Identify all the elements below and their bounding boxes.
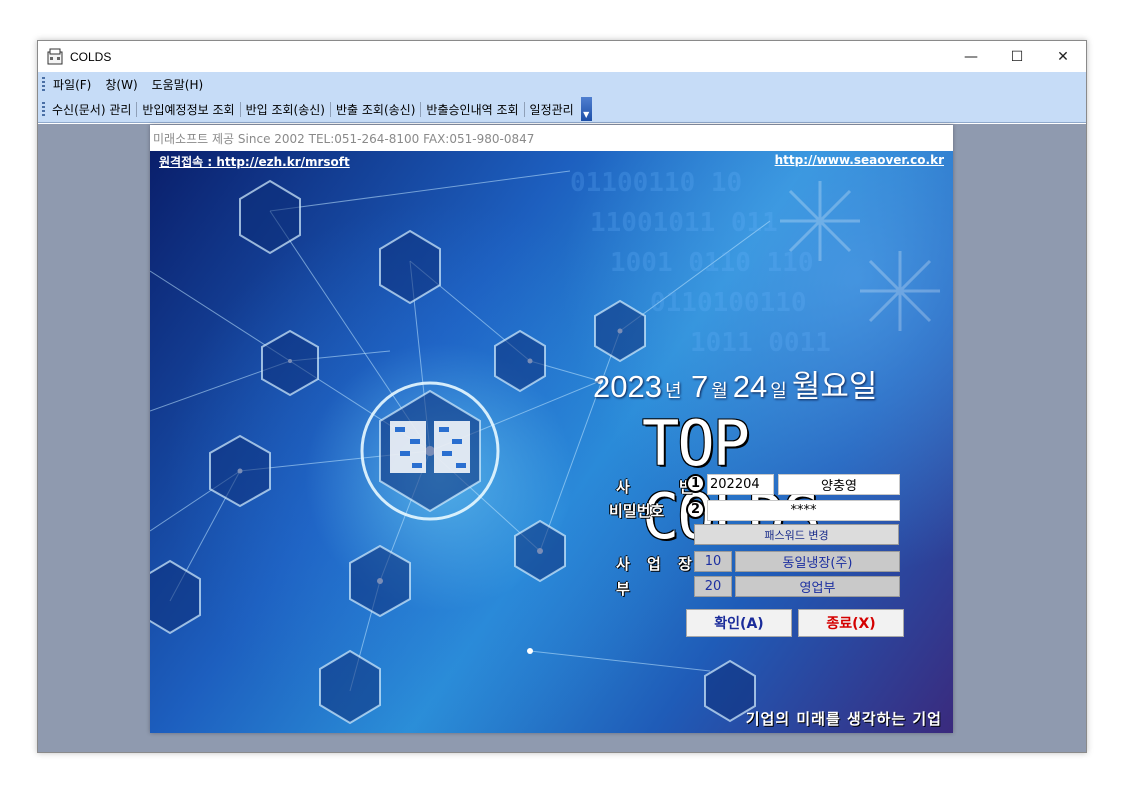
- date-day-unit: 일: [770, 381, 787, 401]
- toolbar-separator: [420, 101, 422, 117]
- toolbar-scheduled-import[interactable]: 반입예정정보 조회: [138, 101, 238, 118]
- employee-name-field: 양충영: [778, 474, 900, 495]
- exit-button[interactable]: 종료(X): [798, 609, 904, 637]
- password-input[interactable]: ****: [707, 500, 900, 521]
- confirm-button[interactable]: 확인(A): [686, 609, 792, 637]
- menu-file[interactable]: 파일(F): [53, 76, 91, 93]
- remote-access-link[interactable]: 원격접속 : http://ezh.kr/mrsoft: [159, 153, 350, 170]
- menu-window[interactable]: 창(W): [105, 76, 137, 93]
- toolbar-separator: [239, 101, 241, 117]
- svg-text:1011 0011: 1011 0011: [690, 328, 831, 358]
- menu-help[interactable]: 도움말(H): [152, 76, 204, 93]
- login-banner: 01100110 10 11001011 011 1001 0110 110 0…: [150, 151, 953, 733]
- svg-text:0110100110: 0110100110: [650, 288, 807, 318]
- date-year-unit: 년: [664, 381, 682, 401]
- maximize-button[interactable]: ☐: [994, 41, 1040, 72]
- toolbar-separator: [523, 101, 525, 117]
- company-info: 미래소프트 제공 Since 2002 TEL:051-264-8100 FAX…: [150, 125, 953, 151]
- site-name-field: 동일냉장(주): [735, 551, 900, 572]
- change-password-button[interactable]: 패스워드 변경: [694, 524, 899, 545]
- department-code-field: 20: [694, 576, 732, 597]
- employee-id-marker: 1: [686, 474, 705, 493]
- toolbar-separator: [329, 101, 331, 117]
- window-title: COLDS: [70, 49, 112, 64]
- toolbar-import-query[interactable]: 반입 조회(송신): [242, 101, 329, 118]
- date-weekday: 월요일: [791, 369, 878, 404]
- website-link[interactable]: http://www.seaover.co.kr: [775, 153, 944, 167]
- toolbar-schedule[interactable]: 일정관리: [526, 101, 578, 118]
- site-code-field: 10: [694, 551, 732, 572]
- close-button[interactable]: ✕: [1040, 41, 1086, 72]
- site-label: 사 업 장: [616, 555, 698, 573]
- app-icon: [47, 48, 63, 64]
- toolbar-overflow-icon[interactable]: ▼: [580, 97, 592, 121]
- toolbar-export-query[interactable]: 반출 조회(송신): [332, 101, 419, 118]
- mdi-client-area: 미래소프트 제공 Since 2002 TEL:051-264-8100 FAX…: [38, 124, 1086, 752]
- date-year: 2023: [593, 369, 662, 404]
- svg-text:11001011 011: 11001011 011: [590, 208, 778, 238]
- toolbar-separator: [136, 101, 138, 117]
- minimize-button[interactable]: —: [948, 41, 994, 72]
- toolbar-export-approval[interactable]: 반출승인내역 조회: [422, 101, 522, 118]
- date-day: 24: [732, 369, 768, 404]
- date-month: 7: [690, 369, 709, 404]
- company-slogan: 기업의 미래를 생각하는 기업: [745, 710, 942, 728]
- svg-text:01100110 10: 01100110 10: [570, 168, 742, 198]
- current-date: 2023 년 7 월 24 일 월요일: [593, 361, 877, 406]
- password-label: 비밀번호: [609, 502, 665, 520]
- app-window: COLDS — ☐ ✕ 파일(F) 창(W) 도움말(H) 수신(문서) 관리 …: [37, 40, 1087, 753]
- login-form: 미래소프트 제공 Since 2002 TEL:051-264-8100 FAX…: [150, 125, 953, 733]
- toolbar-grip-icon[interactable]: [42, 102, 45, 116]
- menu-grip-icon[interactable]: [42, 77, 45, 91]
- department-name-field: 영업부: [735, 576, 900, 597]
- menu-bar: 파일(F) 창(W) 도움말(H): [38, 72, 1086, 96]
- employee-id-input[interactable]: 202204: [707, 474, 774, 495]
- password-marker: 2: [686, 500, 705, 519]
- date-month-unit: 월: [711, 381, 728, 401]
- svg-text:1001 0110 110: 1001 0110 110: [610, 248, 814, 278]
- toolbar-received-docs[interactable]: 수신(문서) 관리: [48, 101, 135, 118]
- toolbar: 수신(문서) 관리 반입예정정보 조회 반입 조회(송신) 반출 조회(송신) …: [38, 96, 1086, 123]
- title-bar: COLDS — ☐ ✕: [38, 41, 1086, 72]
